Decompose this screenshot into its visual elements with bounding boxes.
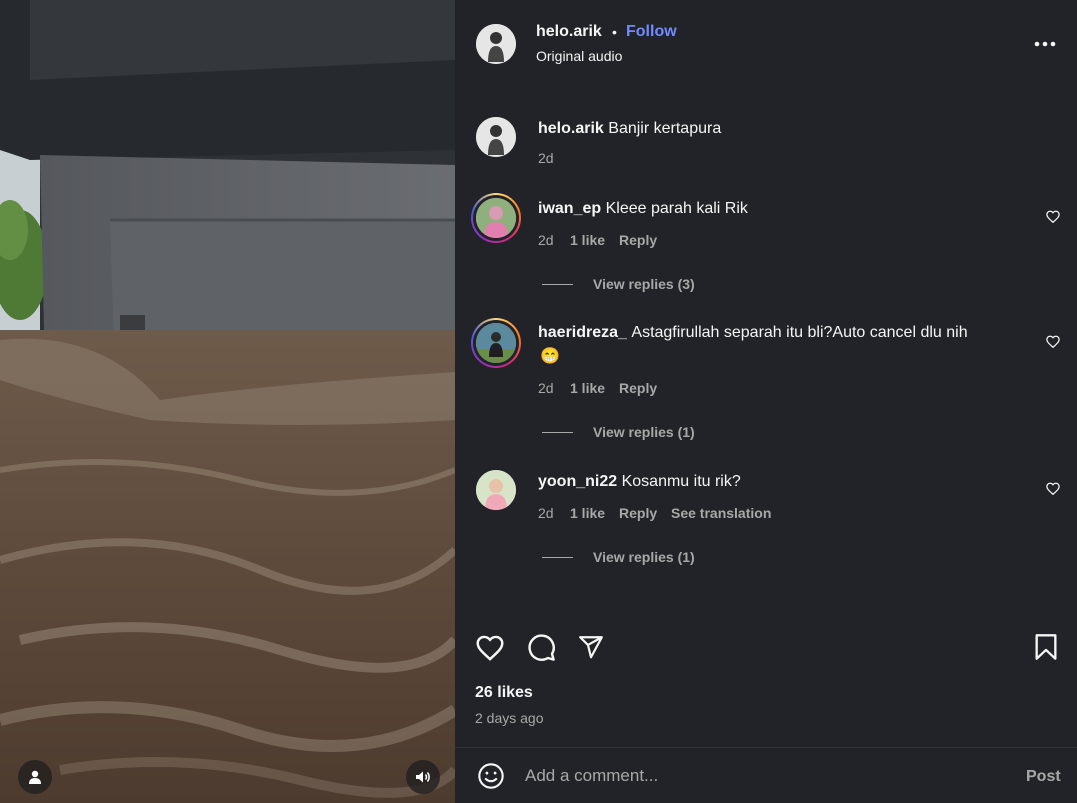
emoji-button[interactable] xyxy=(476,761,506,791)
comment-avatar-image xyxy=(476,470,516,510)
comment-body: yoon_ni22 Kosanmu itu rik? xyxy=(538,473,741,491)
share-icon xyxy=(579,636,603,659)
comment-emoji: 😁 xyxy=(540,348,560,365)
like-button[interactable] xyxy=(474,632,506,662)
view-replies-button[interactable]: View replies (1) xyxy=(593,424,695,440)
save-button[interactable] xyxy=(1030,632,1062,662)
comment-body: iwan_ep Kleee parah kali Rik xyxy=(538,200,748,218)
comment-avatar-image xyxy=(476,323,516,363)
comment-username[interactable]: yoon_ni22 xyxy=(538,473,617,490)
view-replies-button[interactable]: View replies (3) xyxy=(593,276,695,292)
comment-like-button[interactable] xyxy=(1044,208,1062,224)
mute-toggle-button[interactable] xyxy=(406,760,440,794)
comment-time: 2d xyxy=(538,380,554,396)
comment-body: haeridreza_ Astagfirullah separah itu bl… xyxy=(538,324,968,342)
author-avatar-image xyxy=(476,24,516,64)
comment-avatar[interactable] xyxy=(476,198,516,238)
comment-button[interactable] xyxy=(525,632,557,662)
emoji-icon xyxy=(478,763,504,789)
comment-text: Kleee parah kali Rik xyxy=(605,200,748,217)
comment-avatar-image xyxy=(476,198,516,238)
replies-divider xyxy=(542,284,573,285)
heart-outline-icon xyxy=(1046,482,1060,495)
caption-text: Banjir kertapura xyxy=(608,120,722,137)
comment-time: 2d xyxy=(538,232,554,248)
see-translation-button[interactable]: See translation xyxy=(671,505,771,521)
comment-like-button[interactable] xyxy=(1044,333,1062,349)
follow-button[interactable]: Follow xyxy=(626,23,677,41)
caption-time: 2d xyxy=(538,150,554,166)
comment-likes[interactable]: 1 like xyxy=(570,232,605,248)
likes-count[interactable]: 26 likes xyxy=(475,684,533,702)
heart-icon xyxy=(476,635,504,661)
replies-divider xyxy=(542,557,573,558)
comment-input[interactable] xyxy=(525,764,995,788)
user-icon xyxy=(29,770,41,784)
tagged-users-button[interactable] xyxy=(18,760,52,794)
comment-reply-button[interactable]: Reply xyxy=(619,232,657,248)
heart-outline-icon xyxy=(1046,335,1060,348)
post-comment-button[interactable]: Post xyxy=(1026,768,1061,786)
post-timestamp: 2 days ago xyxy=(475,710,544,726)
replies-divider xyxy=(542,432,573,433)
comment-reply-button[interactable]: Reply xyxy=(619,505,657,521)
comment-username[interactable]: haeridreza_ xyxy=(538,324,627,341)
comment-text: Astagfirullah separah itu bli?Auto cance… xyxy=(631,324,968,341)
caption-username[interactable]: helo.arik xyxy=(538,120,604,137)
speaker-icon xyxy=(416,771,430,783)
comment-icon xyxy=(527,633,555,661)
comment-time: 2d xyxy=(538,505,554,521)
reel-video[interactable] xyxy=(0,0,455,803)
comment-username[interactable]: iwan_ep xyxy=(538,200,601,217)
caption-avatar-image xyxy=(476,117,516,157)
post-detail-panel: helo.arik • Follow Original audio helo.a… xyxy=(455,0,1077,803)
more-horizontal-icon xyxy=(1034,41,1056,47)
share-button[interactable] xyxy=(575,632,607,662)
comment-text: Kosanmu itu rik? xyxy=(621,473,741,490)
comment-box-divider xyxy=(455,747,1077,748)
caption: helo.arik Banjir kertapura xyxy=(538,120,721,138)
audio-link[interactable]: Original audio xyxy=(536,48,622,64)
comment-avatar[interactable] xyxy=(476,470,516,510)
video-frame xyxy=(0,0,455,803)
header-separator: • xyxy=(612,24,617,40)
comment-likes[interactable]: 1 like xyxy=(570,505,605,521)
author-avatar[interactable] xyxy=(476,24,516,64)
bookmark-icon xyxy=(1035,634,1057,660)
caption-avatar[interactable] xyxy=(476,117,516,157)
more-options-button[interactable] xyxy=(1031,32,1059,56)
heart-outline-icon xyxy=(1046,210,1060,223)
comment-likes[interactable]: 1 like xyxy=(570,380,605,396)
comment-like-button[interactable] xyxy=(1044,480,1062,496)
comment-reply-button[interactable]: Reply xyxy=(619,380,657,396)
author-username[interactable]: helo.arik xyxy=(536,23,602,41)
comment-avatar[interactable] xyxy=(476,323,516,363)
view-replies-button[interactable]: View replies (1) xyxy=(593,549,695,565)
